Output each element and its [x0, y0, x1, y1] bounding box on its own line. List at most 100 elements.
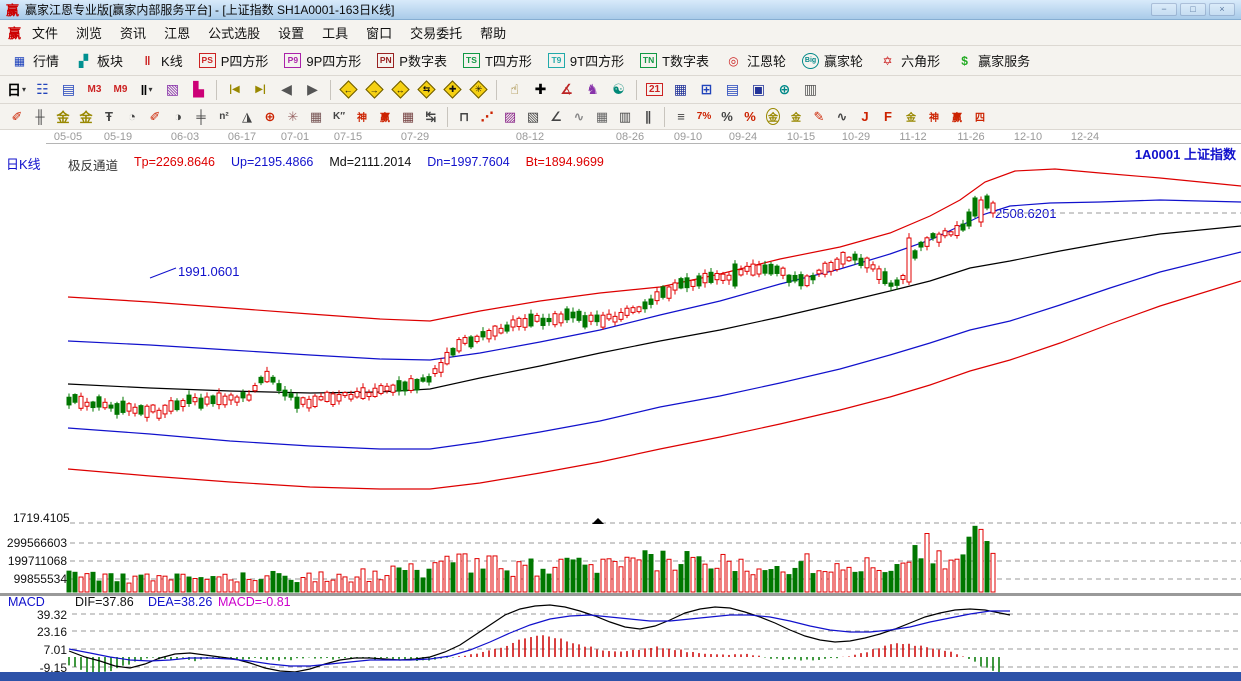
box-grid-button[interactable]: ▦: [305, 106, 327, 127]
sectors-button[interactable]: ▞板块: [68, 48, 130, 73]
si-square-button[interactable]: 四: [969, 106, 991, 127]
grid-123-button[interactable]: ▦: [397, 106, 419, 127]
p-square-button[interactable]: PSP四方形: [192, 48, 276, 73]
maximize-button[interactable]: □: [1180, 3, 1206, 16]
compress-horizontal-button[interactable]: ⇆: [414, 78, 439, 101]
t-square-button[interactable]: TST四方形: [456, 48, 539, 73]
fan-lines-button[interactable]: ⋰: [476, 106, 498, 127]
winner-wheel-button[interactable]: Big赢家轮: [795, 48, 870, 73]
fan-box-button[interactable]: ▨: [499, 106, 521, 127]
fit-all-button[interactable]: ✳: [466, 78, 491, 101]
shift-right-button[interactable]: →: [362, 78, 387, 101]
menu-item-news[interactable]: 资讯: [111, 20, 155, 45]
macd-canvas[interactable]: [0, 596, 1241, 672]
menu-item-gann[interactable]: 江恩: [155, 20, 199, 45]
tick-comb-button[interactable]: ╪: [190, 106, 212, 127]
bottom-scrollbar[interactable]: [0, 672, 1241, 681]
calculator-button[interactable]: ▦: [668, 78, 693, 101]
gold-circle-button[interactable]: 金: [762, 106, 784, 127]
winner-service-button[interactable]: $赢家服务: [949, 48, 1037, 73]
calendar-button[interactable]: 21: [642, 78, 667, 101]
menu-item-file[interactable]: 文件: [23, 20, 67, 45]
percent-7-button[interactable]: 7%: [693, 106, 715, 127]
hexagon-button[interactable]: ✡六角形: [872, 48, 947, 73]
gold-gate-2-button[interactable]: 金: [75, 106, 97, 127]
9p-square-button[interactable]: P99P四方形: [277, 48, 368, 73]
menu-item-window[interactable]: 窗口: [357, 20, 401, 45]
red-marker-button[interactable]: ✐: [144, 106, 166, 127]
target-cross-button[interactable]: ⊕: [259, 106, 281, 127]
col-grid-button[interactable]: ▥: [614, 106, 636, 127]
print-button[interactable]: ▥: [798, 78, 823, 101]
main-chart-canvas[interactable]: 2508.62011991.0601: [0, 145, 1241, 517]
menu-item-tools[interactable]: 工具: [313, 20, 357, 45]
percent-tool-button[interactable]: %: [716, 106, 738, 127]
wave-3-button[interactable]: M3: [82, 78, 107, 101]
ying-tool-button[interactable]: 赢: [374, 106, 396, 127]
dense-grid-button[interactable]: ▦: [591, 106, 613, 127]
menu-item-view[interactable]: 浏览: [67, 20, 111, 45]
period-day-selector-button[interactable]: 日▾: [4, 78, 29, 101]
ying-angle-button[interactable]: 赢: [946, 106, 968, 127]
angle-measure-button[interactable]: ∡: [554, 78, 579, 101]
zigzag-tool-button[interactable]: ∿: [568, 106, 590, 127]
gann-comb-button[interactable]: ╫: [29, 106, 51, 127]
j-angle-button[interactable]: J: [854, 106, 876, 127]
volume-canvas[interactable]: [0, 515, 1241, 593]
zoom-horizontal-button[interactable]: ↔: [388, 78, 413, 101]
brush-tool-button[interactable]: ✐: [6, 106, 28, 127]
k-mark-button[interactable]: K″: [328, 106, 350, 127]
next-bar-button[interactable]: ▶: [300, 78, 325, 101]
menu-item-help[interactable]: 帮助: [471, 20, 515, 45]
shen-angle-button[interactable]: 神: [923, 106, 945, 127]
angle-flag-button[interactable]: ◮: [236, 106, 258, 127]
shen-tool-button[interactable]: 神: [351, 106, 373, 127]
gold-line-button[interactable]: 金: [785, 106, 807, 127]
volume-profile-button[interactable]: ▙: [186, 78, 211, 101]
menu-item-settings[interactable]: 设置: [269, 20, 313, 45]
candle-style-button[interactable]: ‖▾: [134, 78, 159, 101]
notes-button[interactable]: ▤: [720, 78, 745, 101]
menu-item-trade[interactable]: 交易委托: [401, 20, 471, 45]
star-grid-button[interactable]: ✳: [282, 106, 304, 127]
spiral-tool-button[interactable]: ◔: [121, 106, 143, 127]
pattern-search-button[interactable]: ▧: [160, 78, 185, 101]
formula-manager-button[interactable]: ☷: [30, 78, 55, 101]
last-bar-button[interactable]: ▶|: [248, 78, 273, 101]
quotes-button[interactable]: ▦行情: [4, 48, 66, 73]
close-button[interactable]: ×: [1209, 3, 1235, 16]
wave-9-button[interactable]: M9: [108, 78, 133, 101]
cycle-tool-button[interactable]: ☯: [606, 78, 631, 101]
parallel-lines-button[interactable]: ∥: [637, 106, 659, 127]
ruler-tool-button[interactable]: ≡: [670, 106, 692, 127]
gold-angle-button[interactable]: 金: [900, 106, 922, 127]
menu-item-formula-stock-pick[interactable]: 公式选股: [199, 20, 269, 45]
hand-tool-button[interactable]: ☝: [502, 78, 527, 101]
ink-pen-button[interactable]: ✎: [808, 106, 830, 127]
wave-line-button[interactable]: ∿: [831, 106, 853, 127]
web-service-button[interactable]: ⊕: [772, 78, 797, 101]
save-button[interactable]: ▣: [746, 78, 771, 101]
gold-gate-1-button[interactable]: 金: [52, 106, 74, 127]
percent-line-button[interactable]: %: [739, 106, 761, 127]
data-table-button[interactable]: ⊞: [694, 78, 719, 101]
shift-left-button[interactable]: ←: [336, 78, 361, 101]
fan-grid-button[interactable]: ▧: [522, 106, 544, 127]
gann-wheel-button[interactable]: ◎江恩轮: [718, 48, 793, 73]
t-table-button[interactable]: TNT数字表: [633, 48, 716, 73]
kline-button[interactable]: ‖K线: [132, 48, 190, 73]
first-bar-button[interactable]: |◀: [222, 78, 247, 101]
trend-angle-button[interactable]: ∠: [545, 106, 567, 127]
crosshair-tool-button[interactable]: ✚: [528, 78, 553, 101]
box-frame-button[interactable]: ⊓: [453, 106, 475, 127]
p-table-button[interactable]: PNP数字表: [370, 48, 454, 73]
prev-bar-button[interactable]: ◀: [274, 78, 299, 101]
time-circle-button[interactable]: ◑: [167, 106, 189, 127]
minimize-button[interactable]: −: [1151, 3, 1177, 16]
info-doc-button[interactable]: ▤: [56, 78, 81, 101]
n-square-button[interactable]: n²: [213, 106, 235, 127]
expand-all-button[interactable]: ✚: [440, 78, 465, 101]
gann-shape-tool-button[interactable]: ♞: [580, 78, 605, 101]
f-gate-button[interactable]: Ŧ: [98, 106, 120, 127]
span-arrows-button[interactable]: ↹: [420, 106, 442, 127]
